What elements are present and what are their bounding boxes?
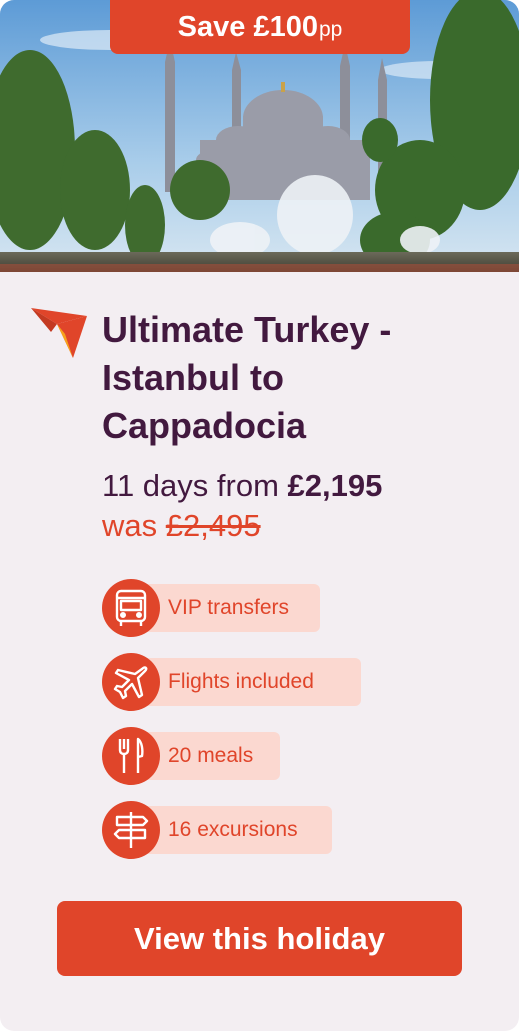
- feature-label: 20 meals: [168, 744, 254, 767]
- save-badge-text: Save £100: [177, 10, 318, 43]
- feature-flights-included: Flights included: [102, 653, 361, 711]
- save-badge: Save £100 pp: [110, 0, 410, 54]
- feature-excursions: 16 excursions: [102, 801, 332, 859]
- holiday-title: Ultimate Turkey - Istanbul to Cappadocia: [102, 309, 392, 446]
- cutlery-icon: [102, 727, 160, 785]
- was-amount: £2,495: [165, 508, 261, 543]
- feature-label: 16 excursions: [168, 818, 298, 841]
- holiday-card: Save £100 pp Ultimate Turkey - Istanbul t…: [0, 0, 519, 1031]
- was-price-line: was £2,495: [102, 508, 261, 544]
- was-prefix: was: [102, 508, 158, 543]
- bus-icon: [102, 579, 160, 637]
- feature-label: VIP transfers: [168, 596, 289, 619]
- feature-meals: 20 meals: [102, 727, 280, 785]
- price-prefix: 11 days from: [102, 468, 279, 503]
- price-amount: £2,195: [287, 468, 383, 503]
- signpost-icon: [102, 801, 160, 859]
- plane-icon: [102, 653, 160, 711]
- feature-vip-transfers: VIP transfers: [102, 579, 320, 637]
- price-line: 11 days from £2,195: [102, 468, 382, 504]
- feature-label: Flights included: [168, 670, 314, 693]
- paper-plane-logo: [29, 302, 89, 360]
- save-badge-suffix: pp: [318, 18, 343, 41]
- view-holiday-button[interactable]: View this holiday: [57, 901, 462, 976]
